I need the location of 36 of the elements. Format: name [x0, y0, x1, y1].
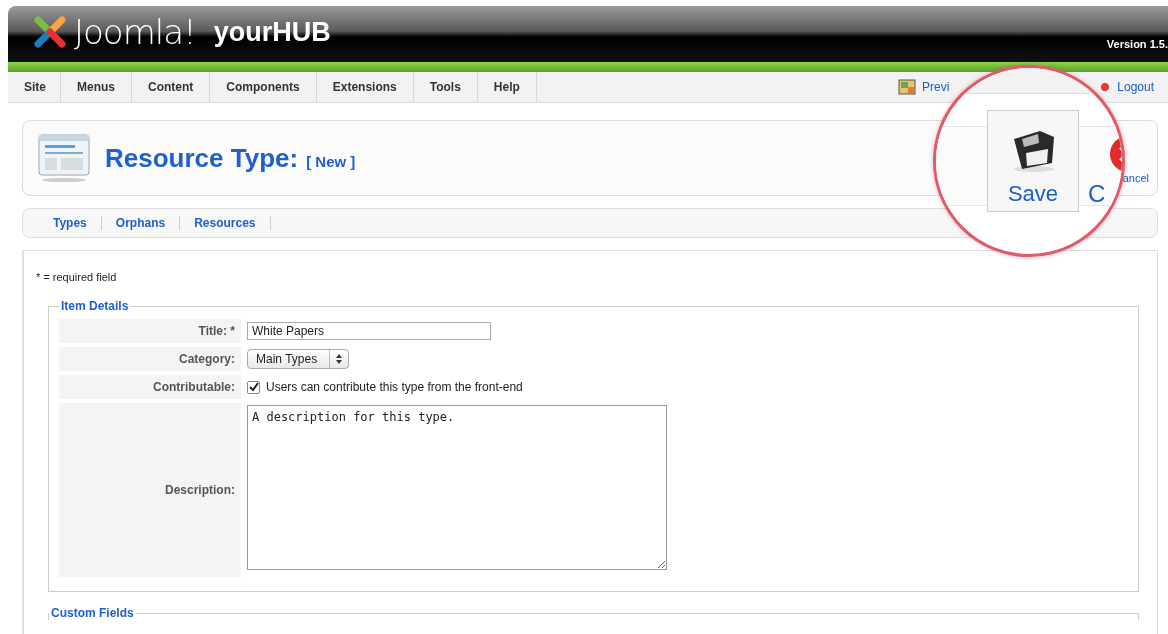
logout-link[interactable]: Logout	[1117, 80, 1154, 94]
checkbox[interactable]	[247, 380, 260, 394]
brand-name: Joomla!	[74, 12, 196, 52]
field-label: Description:	[59, 403, 241, 577]
submenu-link[interactable]: Resources	[180, 216, 271, 230]
menu-item[interactable]: Site	[8, 72, 61, 102]
page-subtitle: [ New ]	[306, 152, 356, 170]
text-input[interactable]: White Papers	[247, 322, 491, 340]
fieldset-legend: Item Details	[59, 299, 131, 313]
menu-item[interactable]: Menus	[61, 72, 133, 102]
required-note: * = required field	[36, 271, 118, 283]
menu-item[interactable]: Help	[477, 72, 537, 102]
field-label: Title: *	[59, 319, 241, 343]
cancel-button[interactable]: ancel	[1122, 172, 1149, 184]
menu-item[interactable]: Components	[210, 72, 317, 102]
submenu-link[interactable]: Orphans	[101, 216, 181, 230]
page-title: Resource Type:	[105, 142, 299, 174]
preview-icon	[897, 79, 916, 95]
cancel-label: C	[1088, 181, 1106, 207]
preview-link[interactable]: Previ	[921, 80, 950, 94]
save-button[interactable]: Save	[987, 110, 1079, 212]
version-text: Version 1.5.	[1106, 38, 1168, 50]
field-label: Contributable:	[59, 375, 241, 399]
window-icon	[37, 133, 93, 183]
submenu-link[interactable]: Types	[39, 216, 102, 230]
logout-icon	[1099, 81, 1112, 93]
menu-item[interactable]: Tools	[413, 72, 478, 102]
updown-icon	[336, 354, 343, 364]
field-label: Category:	[59, 347, 241, 371]
category-select[interactable]: Main Types	[247, 349, 350, 369]
site-name: yourHUB	[213, 16, 331, 49]
fieldset-legend: Custom Fields	[49, 606, 136, 620]
menu-item[interactable]: Extensions	[316, 72, 414, 102]
menu-item[interactable]: Content	[132, 72, 211, 102]
checkbox-label: Users can contribute this type from the front-end	[266, 380, 523, 394]
description-field[interactable]: A description for this type.	[247, 405, 667, 570]
